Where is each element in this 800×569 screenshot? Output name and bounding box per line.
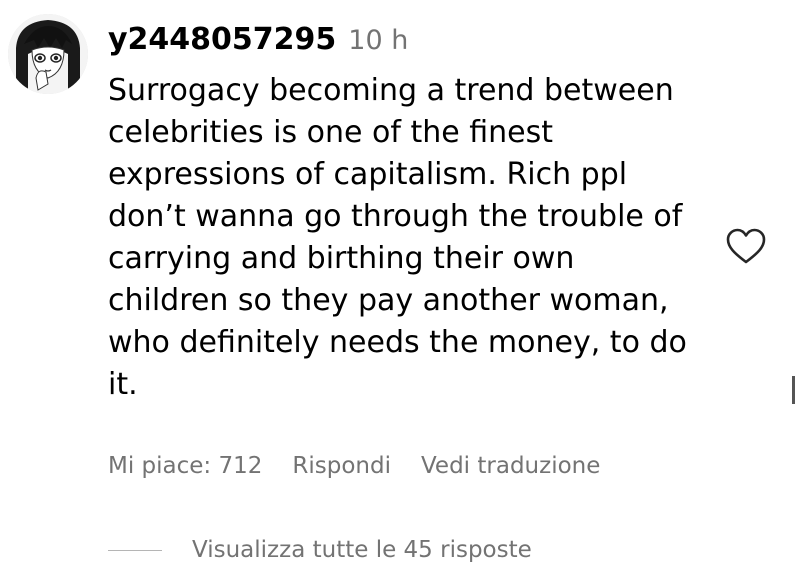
comment-text-line: carrying and birthing their own xyxy=(108,241,575,276)
comment-text-line: it. xyxy=(108,367,138,402)
comment-text-line: who definitely needs the money, to do xyxy=(108,325,687,360)
scroll-edge-marker xyxy=(792,376,795,404)
view-replies-button[interactable]: Visualizza tutte le 45 risposte xyxy=(108,532,532,568)
replies-divider xyxy=(108,549,162,551)
avatar[interactable] xyxy=(8,14,88,94)
manga-girl-avatar-icon xyxy=(8,14,88,94)
view-replies-label: Visualizza tutte le 45 risposte xyxy=(192,537,532,563)
username-link[interactable]: y2448057295 xyxy=(108,22,336,57)
see-translation-button[interactable]: Vedi traduzione xyxy=(421,453,600,479)
comment-timestamp: 10 h xyxy=(348,25,409,56)
comment-header: y2448057295 10 h xyxy=(108,22,408,66)
comment-actions: Mi piace: 712 Rispondi Vedi traduzione xyxy=(108,448,600,484)
like-button[interactable] xyxy=(724,226,768,266)
likes-count[interactable]: Mi piace: 712 xyxy=(108,453,262,479)
comment-text: Surrogacy becoming a trend between celeb… xyxy=(108,70,720,406)
heart-outline-icon xyxy=(726,228,766,264)
comment-text-line: celebrities is one of the finest xyxy=(108,115,554,150)
comment-text-line: don’t wanna go through the trouble of xyxy=(108,199,683,234)
reply-button[interactable]: Rispondi xyxy=(292,453,391,479)
comment: y2448057295 10 h Surrogacy becoming a tr… xyxy=(0,0,800,569)
comment-text-line: children so they pay another woman, xyxy=(108,283,669,318)
comment-text-line: expressions of capitalism. Rich ppl xyxy=(108,157,628,192)
comment-text-line: Surrogacy becoming a trend between xyxy=(108,73,674,108)
